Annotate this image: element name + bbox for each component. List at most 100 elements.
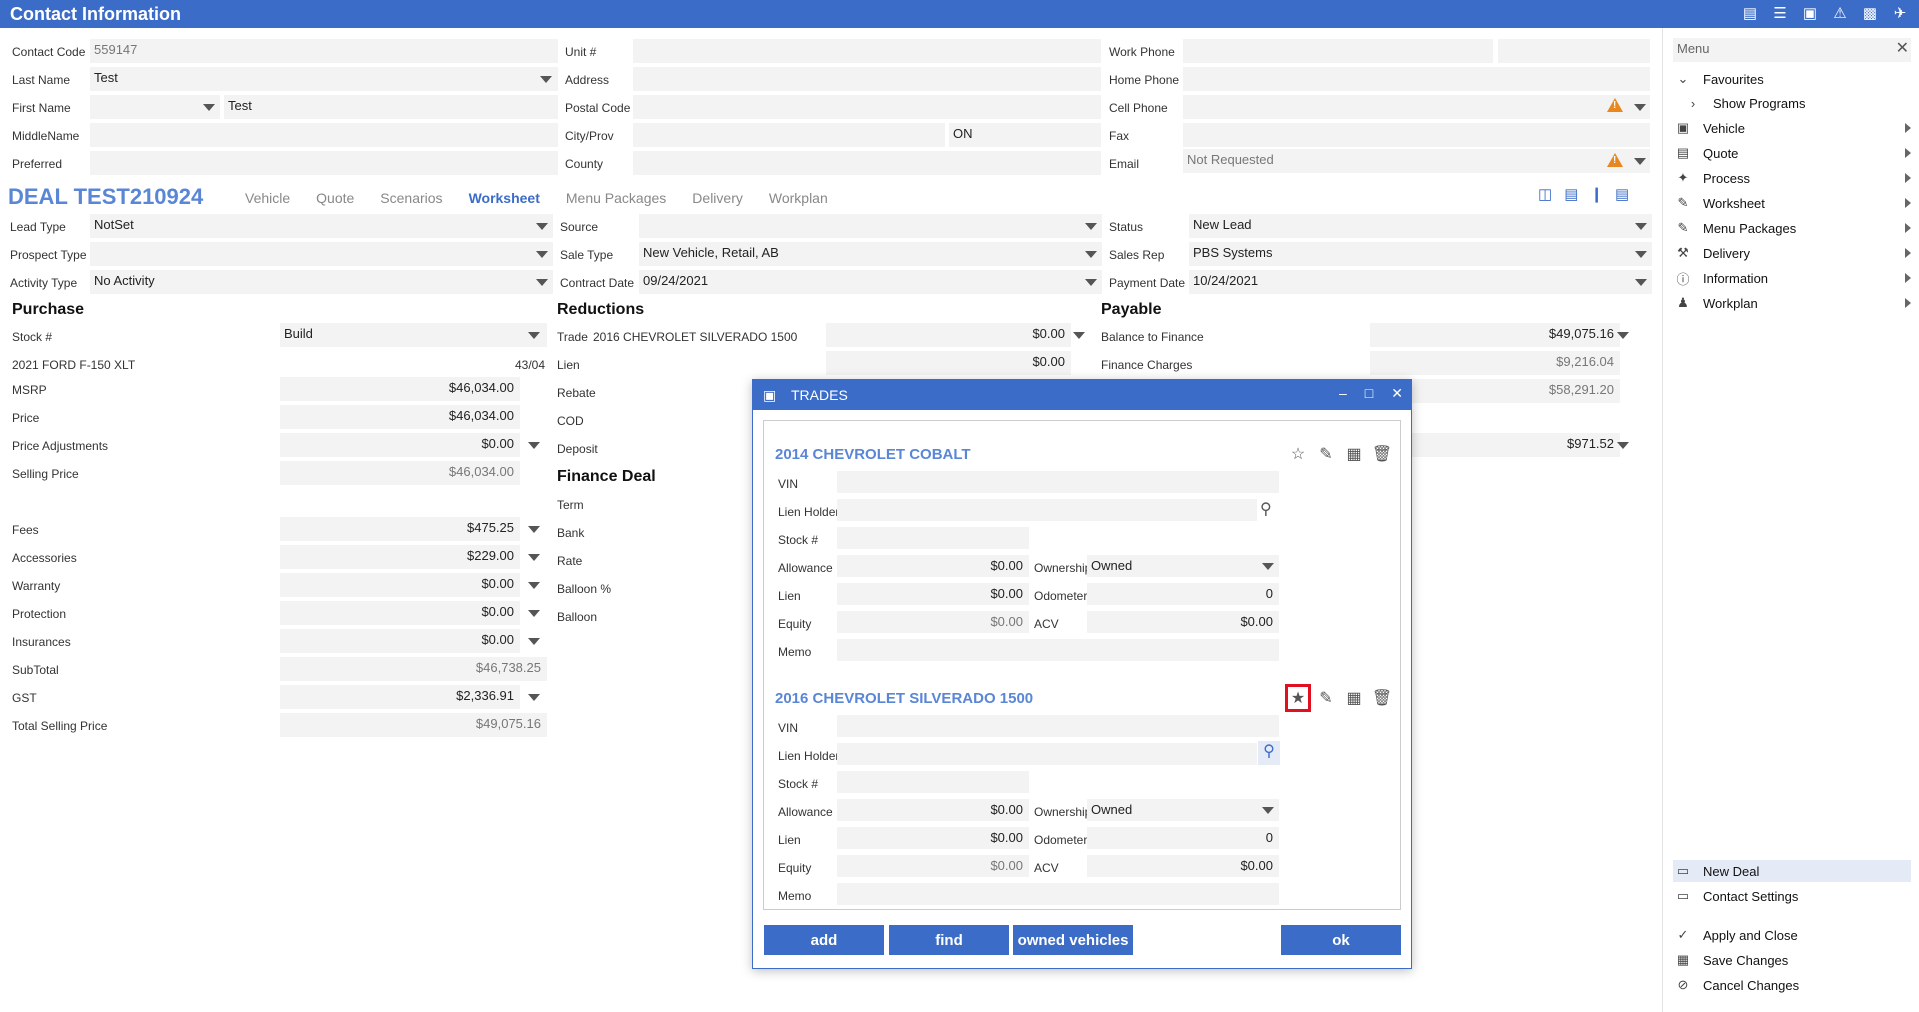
lien-field[interactable]: $0.00 — [837, 827, 1029, 849]
document-icon[interactable]: ▤ — [1741, 4, 1759, 22]
menu-item-information[interactable]: ⓘ Information — [1673, 267, 1911, 289]
stock-field[interactable] — [837, 527, 1029, 549]
menu-item-vehicle[interactable]: ▣ Vehicle — [1673, 117, 1911, 139]
plane-icon[interactable]: ✈ — [1891, 4, 1909, 22]
ok-button[interactable]: ok — [1281, 925, 1401, 955]
save-changes-button[interactable]: ▦ Save Changes — [1673, 949, 1911, 971]
chevron-down-icon[interactable] — [1262, 807, 1274, 814]
star-icon[interactable]: ★ — [1285, 684, 1311, 712]
menu-show-programs[interactable]: › Show Programs — [1673, 92, 1911, 114]
document-icon[interactable]: ▤ — [1564, 185, 1578, 203]
search-icon[interactable]: ⚲ — [1260, 499, 1272, 519]
menu-item-delivery[interactable]: ⚒ Delivery — [1673, 242, 1911, 264]
stock-select[interactable]: Build — [280, 323, 547, 347]
menu-contact-settings[interactable]: ▭ Contact Settings — [1673, 885, 1911, 907]
preferred-field[interactable] — [90, 151, 558, 175]
tab-workplan[interactable]: Workplan — [769, 190, 828, 206]
star-icon[interactable]: ☆ — [1288, 443, 1308, 465]
chevron-down-icon[interactable] — [528, 526, 540, 533]
pencil-icon[interactable]: ✎ — [1316, 443, 1336, 465]
insurances-field[interactable]: $0.00 — [280, 629, 520, 653]
lien-field[interactable]: $0.00 — [837, 583, 1029, 605]
acv-field[interactable]: $0.00 — [1087, 855, 1279, 877]
close-icon[interactable]: ✕ — [1896, 38, 1909, 58]
close-icon[interactable]: ✕ — [1391, 385, 1403, 402]
postal-code-field[interactable] — [633, 95, 1101, 119]
odometer-field[interactable]: 0 — [1087, 827, 1279, 849]
cancel-changes-button[interactable]: ⊘ Cancel Changes — [1673, 974, 1911, 996]
chevron-down-icon[interactable] — [1073, 332, 1085, 339]
odometer-field[interactable]: 0 — [1087, 583, 1279, 605]
chevron-down-icon[interactable] — [1617, 442, 1629, 449]
find-button[interactable]: find — [889, 925, 1009, 955]
accessories-field[interactable]: $229.00 — [280, 545, 520, 569]
chevron-down-icon[interactable] — [528, 332, 540, 339]
minimize-icon[interactable]: – — [1339, 385, 1347, 402]
allowance-field[interactable]: $0.00 — [837, 799, 1029, 821]
chevron-down-icon[interactable] — [536, 223, 548, 230]
contact-code-field[interactable]: 559147 — [90, 39, 558, 63]
province-field[interactable]: ON — [949, 123, 1101, 147]
pencil-icon[interactable]: ✎ — [1316, 687, 1336, 709]
middle-name-field[interactable] — [90, 123, 558, 147]
salutation-select[interactable] — [90, 95, 220, 119]
tab-menu-packages[interactable]: Menu Packages — [566, 190, 666, 206]
vin-field[interactable] — [837, 715, 1279, 737]
status-select[interactable]: New Lead — [1189, 214, 1652, 238]
protection-field[interactable]: $0.00 — [280, 601, 520, 625]
price-field[interactable]: $46,034.00 — [280, 405, 520, 429]
chevron-down-icon[interactable] — [1635, 279, 1647, 286]
cell-phone-field[interactable] — [1183, 95, 1650, 119]
chevron-down-icon[interactable] — [1634, 158, 1646, 165]
chevron-down-icon[interactable] — [1635, 223, 1647, 230]
chevron-down-icon[interactable] — [528, 554, 540, 561]
menu-search-input[interactable]: Menu — [1673, 38, 1911, 62]
tab-worksheet[interactable]: Worksheet — [469, 190, 540, 206]
menu-item-menu-packages[interactable]: ✎ Menu Packages — [1673, 217, 1911, 239]
prospect-type-select[interactable] — [90, 242, 553, 266]
balance-to-finance-field[interactable]: $49,075.16 — [1370, 323, 1620, 347]
chevron-down-icon[interactable] — [528, 610, 540, 617]
chevron-down-icon[interactable] — [1634, 104, 1646, 111]
chevron-down-icon[interactable] — [1262, 563, 1274, 570]
source-select[interactable] — [639, 214, 1102, 238]
county-field[interactable] — [633, 151, 1101, 175]
search-icon[interactable]: ⚲ — [1258, 741, 1280, 765]
price-adjustments-field[interactable]: $0.00 — [280, 433, 520, 457]
chevron-down-icon[interactable] — [1085, 223, 1097, 230]
ownership-select[interactable]: Owned — [1087, 799, 1279, 821]
owned-vehicles-button[interactable]: owned vehicles — [1013, 925, 1133, 955]
chevron-down-icon[interactable] — [1617, 332, 1629, 339]
msrp-field[interactable]: $46,034.00 — [280, 377, 520, 401]
unit-field[interactable] — [633, 39, 1101, 63]
chevron-down-icon[interactable] — [528, 638, 540, 645]
chevron-down-icon[interactable] — [1085, 279, 1097, 286]
chevron-down-icon[interactable] — [536, 279, 548, 286]
menu-new-deal[interactable]: ▭ New Deal — [1673, 860, 1911, 882]
gst-field[interactable]: $2,336.91 — [280, 685, 520, 709]
last-name-field[interactable]: Test — [90, 67, 558, 91]
acv-field[interactable]: $0.00 — [1087, 611, 1279, 633]
tab-quote[interactable]: Quote — [316, 190, 354, 206]
trash-icon[interactable]: 🗑 — [1372, 443, 1392, 465]
trade-field[interactable]: $0.00 — [826, 323, 1071, 347]
city-field[interactable] — [633, 123, 945, 147]
allowance-field[interactable]: $0.00 — [837, 555, 1029, 577]
maximize-icon[interactable]: □ — [1365, 385, 1373, 402]
address-field[interactable] — [633, 67, 1101, 91]
warranty-field[interactable]: $0.00 — [280, 573, 520, 597]
vin-field[interactable] — [837, 471, 1279, 493]
chevron-down-icon[interactable] — [528, 694, 540, 701]
work-phone-ext-field[interactable] — [1498, 39, 1650, 63]
chevron-down-icon[interactable] — [1085, 251, 1097, 258]
memo-field[interactable] — [837, 639, 1279, 661]
calculator-icon[interactable]: ▦ — [1344, 443, 1364, 465]
list-icon[interactable]: ☰ — [1771, 4, 1789, 22]
chevron-down-icon[interactable] — [528, 442, 540, 449]
money-icon[interactable]: ◫ — [1538, 185, 1552, 203]
tab-scenarios[interactable]: Scenarios — [380, 190, 442, 206]
paperclip-icon[interactable]: ❙ — [1590, 185, 1603, 203]
menu-item-workplan[interactable]: ♟ Workplan — [1673, 292, 1911, 314]
chevron-down-icon[interactable] — [1635, 251, 1647, 258]
contract-date-field[interactable]: 09/24/2021 — [639, 270, 1102, 294]
